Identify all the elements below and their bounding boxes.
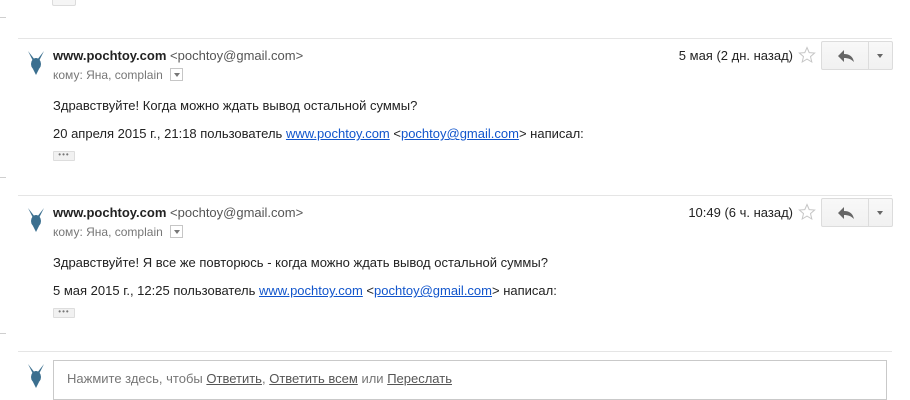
message-body: Здравствуйте! Я все же повторюсь - когда… <box>53 255 548 270</box>
quick-reply-box[interactable]: Нажмите здесь, чтобы Ответить, Ответить … <box>53 360 887 400</box>
reply-prompt-prefix: Нажмите здесь, чтобы <box>67 371 203 386</box>
sender-line: www.pochtoy.com <pochtoy@gmail.com> <box>53 48 303 63</box>
reply-button[interactable] <box>821 41 869 70</box>
quote-suffix: написал: <box>503 283 557 298</box>
star-icon[interactable] <box>798 203 816 221</box>
collapsed-message-stub[interactable] <box>52 0 76 6</box>
forward-link[interactable]: Переслать <box>387 371 452 386</box>
quote-header: 5 мая 2015 г., 12:25 пользователь www.po… <box>53 283 557 298</box>
message-1: www.pochtoy.com <pochtoy@gmail.com> кому… <box>0 41 910 191</box>
message-2: www.pochtoy.com <pochtoy@gmail.com> кому… <box>0 198 910 348</box>
star-icon[interactable] <box>798 46 816 64</box>
quote-suffix: написал: <box>530 126 584 141</box>
reply-prompt: Нажмите здесь, чтобы Ответить, Ответить … <box>67 371 452 386</box>
more-options-button[interactable] <box>869 41 893 70</box>
sender-line: www.pochtoy.com <pochtoy@gmail.com> <box>53 205 303 220</box>
chevron-down-icon <box>877 211 883 215</box>
message-divider <box>18 351 892 352</box>
reply-arrow-icon <box>838 207 854 219</box>
bird-logo-icon <box>28 208 44 232</box>
message-body: Здравствуйте! Когда можно ждать вывод ос… <box>53 98 418 113</box>
show-trimmed-content-button[interactable]: ••• <box>53 308 75 318</box>
details-dropdown-icon[interactable] <box>170 225 184 239</box>
to-prefix: кому: <box>53 68 83 82</box>
to-recipients: Яна, complain <box>86 225 163 239</box>
to-prefix: кому: <box>53 225 83 239</box>
more-options-button[interactable] <box>869 198 893 227</box>
message-divider <box>18 195 892 196</box>
quote-site-link[interactable]: www.pochtoy.com <box>259 283 363 298</box>
quote-email-link[interactable]: pochtoy@gmail.com <box>374 283 492 298</box>
recipients-line: кому: Яна, complain <box>53 68 184 82</box>
details-dropdown-icon[interactable] <box>170 68 184 82</box>
reply-or: или <box>361 371 384 386</box>
to-recipients: Яна, complain <box>86 68 163 82</box>
show-trimmed-content-button[interactable]: ••• <box>53 151 75 161</box>
message-divider <box>18 38 892 39</box>
quote-date: 20 апреля 2015 г., 21:18 пользователь <box>53 126 283 141</box>
thread-edge-marker <box>0 177 6 178</box>
reply-link[interactable]: Ответить <box>206 371 262 386</box>
message-date: 5 мая (2 дн. назад) <box>678 48 793 63</box>
thread-edge-marker <box>0 17 6 18</box>
quote-site-link[interactable]: www.pochtoy.com <box>286 126 390 141</box>
message-date: 10:49 (6 ч. назад) <box>688 205 793 220</box>
recipients-line: кому: Яна, complain <box>53 225 184 239</box>
sender-name[interactable]: www.pochtoy.com <box>53 48 166 63</box>
thread-edge-marker <box>0 333 6 334</box>
reply-arrow-icon <box>838 50 854 62</box>
bird-logo-icon <box>28 364 44 388</box>
quote-date: 5 мая 2015 г., 12:25 пользователь <box>53 283 256 298</box>
reply-button[interactable] <box>821 198 869 227</box>
sender-name[interactable]: www.pochtoy.com <box>53 205 166 220</box>
sender-email: <pochtoy@gmail.com> <box>170 205 304 220</box>
quote-header: 20 апреля 2015 г., 21:18 пользователь ww… <box>53 126 584 141</box>
chevron-down-icon <box>877 54 883 58</box>
bird-logo-icon <box>28 51 44 75</box>
quote-email-link[interactable]: pochtoy@gmail.com <box>401 126 519 141</box>
sender-email: <pochtoy@gmail.com> <box>170 48 304 63</box>
reply-all-link[interactable]: Ответить всем <box>269 371 358 386</box>
reply-separator: , <box>261 371 266 386</box>
